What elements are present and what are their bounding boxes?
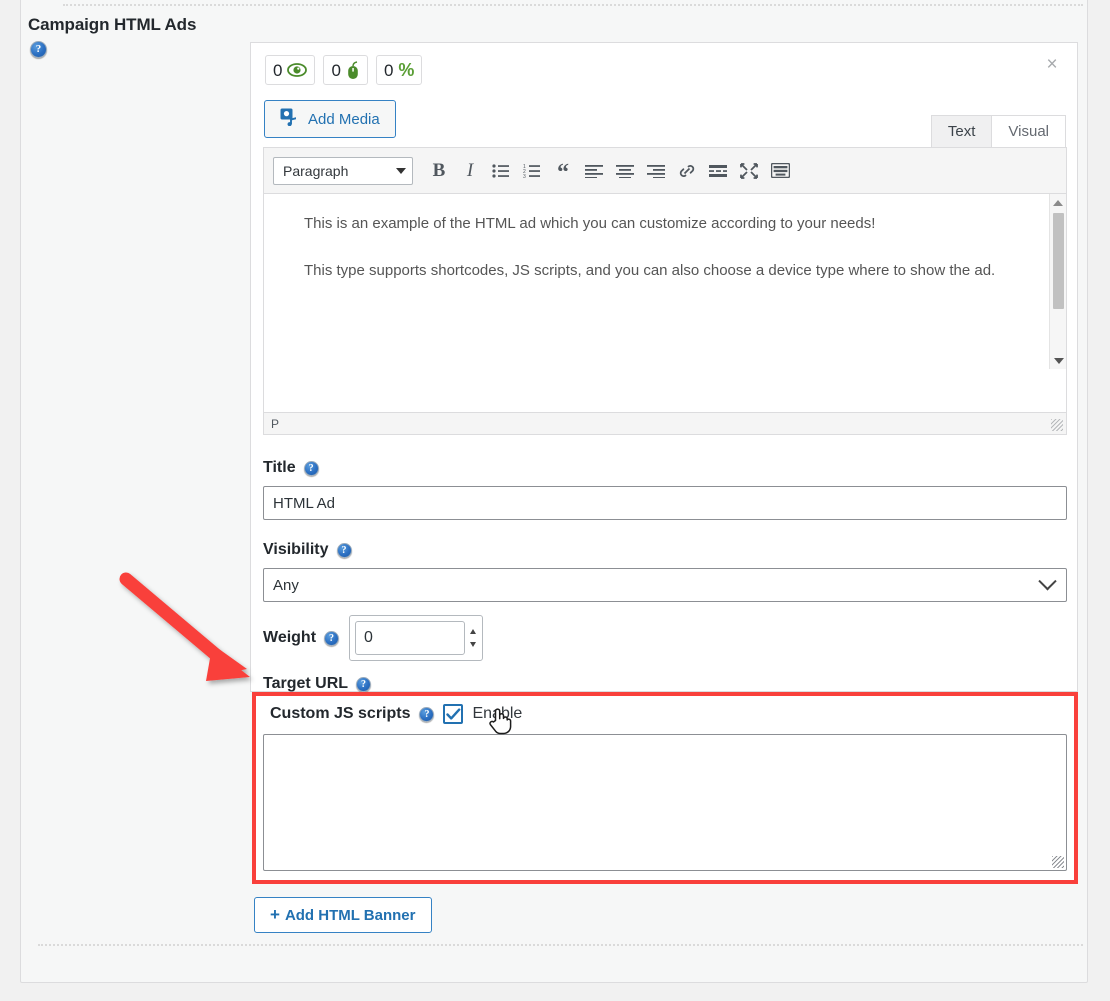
editor-mode-tabs: Text Visual xyxy=(930,115,1066,147)
svg-text:3: 3 xyxy=(523,174,526,178)
help-icon[interactable]: ? xyxy=(30,41,47,58)
divider-top xyxy=(63,4,1083,6)
title-label: Title xyxy=(263,459,296,476)
stats-group: 0 0 0 % xyxy=(265,55,423,85)
help-icon[interactable]: ? xyxy=(419,706,435,722)
add-media-button[interactable]: Add Media xyxy=(264,100,396,138)
divider-bottom xyxy=(38,944,1083,946)
field-title: Title ? xyxy=(263,459,1067,520)
editor-content[interactable]: This is an example of the HTML ad which … xyxy=(264,194,1066,369)
rich-text-editor: Paragraph B I 123 “ This is an example o… xyxy=(263,147,1067,435)
weight-label: Weight xyxy=(263,629,317,646)
editor-scrollbar[interactable] xyxy=(1049,194,1066,369)
weight-label-row: Weight ? xyxy=(263,629,340,647)
custom-js-label: Custom JS scripts xyxy=(270,705,411,722)
custom-js-enable-label: Enable xyxy=(472,705,523,722)
stat-ctr: 0 % xyxy=(375,55,423,85)
visibility-label: Visibility xyxy=(263,541,329,558)
close-icon[interactable]: × xyxy=(1041,54,1063,76)
stat-clicks-value: 0 xyxy=(331,60,341,80)
paragraph-format-value: Paragraph xyxy=(283,162,349,179)
editor-paragraph-1: This is an example of the HTML ad which … xyxy=(304,215,876,232)
textarea-resize-handle[interactable] xyxy=(1052,856,1064,868)
chevron-down-icon xyxy=(1038,571,1057,590)
visibility-label-row: Visibility ? xyxy=(263,541,1067,559)
link-icon[interactable] xyxy=(673,157,701,185)
visibility-select[interactable]: Any xyxy=(263,568,1067,602)
media-icon xyxy=(280,108,299,130)
custom-js-textarea[interactable] xyxy=(263,734,1067,871)
italic-icon[interactable]: I xyxy=(456,157,484,185)
visibility-value: Any xyxy=(273,576,299,594)
checkmark-icon xyxy=(446,707,461,720)
spinner-down-icon[interactable] xyxy=(470,642,477,647)
blockquote-icon[interactable]: “ xyxy=(549,154,577,188)
editor-resize-handle[interactable] xyxy=(1051,419,1063,431)
eye-icon xyxy=(287,63,308,77)
editor-paragraph-2: This type supports shortcodes, JS script… xyxy=(304,261,996,279)
help-icon[interactable]: ? xyxy=(324,630,340,646)
bold-icon[interactable]: B xyxy=(425,157,453,185)
custom-js-highlight-box: Custom JS scripts ? Enable xyxy=(252,692,1078,884)
add-html-banner-button[interactable]: + Add HTML Banner xyxy=(254,897,432,933)
mouse-icon xyxy=(346,60,360,80)
title-input[interactable] xyxy=(263,486,1067,520)
paragraph-format-select[interactable]: Paragraph xyxy=(273,156,413,185)
align-right-icon[interactable] xyxy=(642,157,670,185)
chevron-down-icon xyxy=(396,167,406,174)
title-label-row: Title ? xyxy=(263,459,1067,477)
scroll-down-icon[interactable] xyxy=(1050,352,1067,369)
read-more-icon[interactable] xyxy=(704,157,732,185)
target-url-label-row: Target URL ? xyxy=(263,675,1067,693)
field-weight: Weight ? xyxy=(263,615,484,661)
custom-js-enable-checkbox[interactable] xyxy=(443,704,464,724)
keyboard-shortcuts-icon[interactable] xyxy=(766,157,794,185)
add-html-banner-label: Add HTML Banner xyxy=(284,906,416,924)
editor-path-value: P xyxy=(271,417,280,431)
weight-spinner-buttons xyxy=(470,621,477,655)
align-center-icon[interactable] xyxy=(611,157,639,185)
numbered-list-icon[interactable]: 123 xyxy=(518,157,546,185)
tab-visual[interactable]: Visual xyxy=(991,115,1066,147)
editor-path-status: P xyxy=(264,412,1066,434)
weight-stepper xyxy=(349,615,484,661)
help-icon[interactable]: ? xyxy=(336,542,352,558)
field-visibility: Visibility ? Any xyxy=(263,541,1067,602)
stat-ctr-value: 0 xyxy=(383,60,394,80)
help-icon[interactable]: ? xyxy=(303,460,319,476)
add-media-label: Add Media xyxy=(308,110,380,128)
html-ad-card: × 0 0 0 % Add Media Text Visual Paragrap… xyxy=(250,42,1078,736)
custom-js-label-row: Custom JS scripts ? Enable xyxy=(270,704,522,724)
tab-text[interactable]: Text xyxy=(930,115,993,147)
align-left-icon[interactable] xyxy=(580,157,608,185)
stat-impressions-value: 0 xyxy=(273,60,283,80)
bulleted-list-icon[interactable] xyxy=(487,157,515,185)
fullscreen-icon[interactable] xyxy=(735,157,763,185)
target-url-label: Target URL xyxy=(263,675,349,692)
scroll-thumb[interactable] xyxy=(1053,213,1064,309)
stat-impressions: 0 xyxy=(265,55,316,85)
help-icon[interactable]: ? xyxy=(356,676,372,692)
weight-input[interactable] xyxy=(355,621,466,655)
spinner-up-icon[interactable] xyxy=(470,629,477,634)
scroll-up-icon[interactable] xyxy=(1050,194,1066,211)
percent-icon: % xyxy=(398,60,415,80)
page-title: Campaign HTML Ads xyxy=(28,15,197,34)
editor-toolbar: Paragraph B I 123 “ xyxy=(264,148,1066,194)
stat-clicks: 0 xyxy=(323,55,368,85)
plus-icon: + xyxy=(270,905,280,924)
